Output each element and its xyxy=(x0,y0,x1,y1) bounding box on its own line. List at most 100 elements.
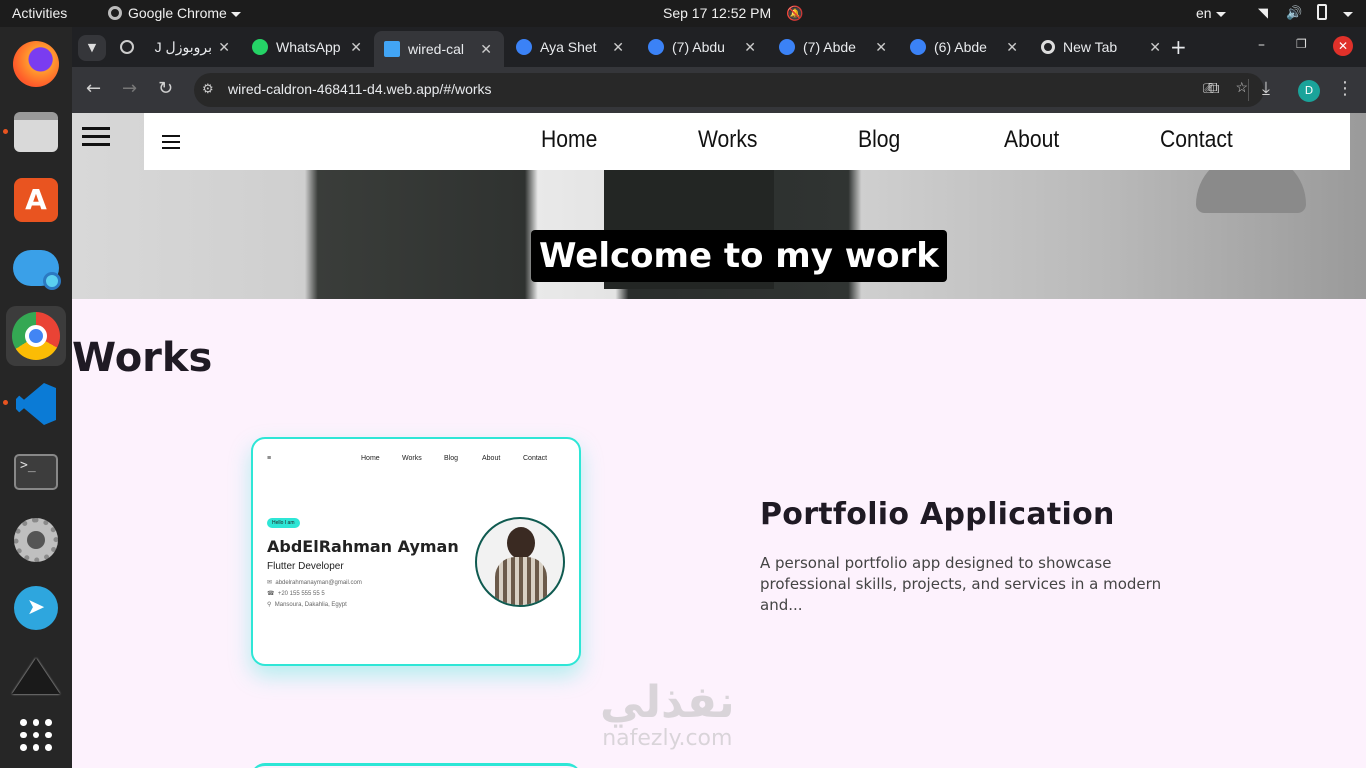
project-card-next[interactable] xyxy=(251,763,581,768)
web-page: Home Works Blog About Contact Welcome to… xyxy=(72,113,1366,768)
vscode-launcher[interactable] xyxy=(6,374,66,434)
close-window-button[interactable]: ✕ xyxy=(1333,36,1353,56)
close-icon[interactable]: ✕ xyxy=(1006,39,1018,56)
back-button[interactable]: ← xyxy=(86,78,101,99)
chevron-down-icon: ▼ xyxy=(87,41,97,54)
preview-phone: ☎ +20 155 555 55 5 xyxy=(267,591,325,597)
close-icon[interactable]: ✕ xyxy=(1149,39,1161,56)
bookmark-star-icon[interactable]: ☆ xyxy=(1235,79,1248,96)
tab-label: بروبوزل J xyxy=(154,38,212,55)
close-icon[interactable]: ✕ xyxy=(744,39,756,56)
system-menu-button[interactable] xyxy=(1339,5,1353,21)
language-label: en xyxy=(1196,5,1212,21)
app-grid-icon xyxy=(20,719,52,751)
site-info-icon[interactable]: ⚙ xyxy=(202,81,214,97)
terminal-icon: >_ xyxy=(14,454,58,490)
tab-label: WhatsApp xyxy=(276,39,341,55)
project-title[interactable]: Portfolio Application xyxy=(760,497,1115,532)
telegram-icon: ➤ xyxy=(14,586,58,630)
nav-home[interactable]: Home xyxy=(541,126,597,154)
tab-whatsapp[interactable]: WhatsApp ✕ xyxy=(252,33,362,61)
battery-icon[interactable] xyxy=(1317,4,1327,20)
inkscape-icon xyxy=(12,658,60,694)
app-center-icon: A xyxy=(14,178,58,222)
restore-button[interactable]: ❐ xyxy=(1296,37,1307,51)
inkscape-launcher[interactable] xyxy=(6,646,66,706)
preview-phone-text: +20 155 555 55 5 xyxy=(277,591,325,597)
forward-button[interactable]: → xyxy=(122,78,137,99)
close-icon[interactable]: ✕ xyxy=(875,39,887,56)
settings-launcher[interactable] xyxy=(6,510,66,570)
show-apps-button[interactable] xyxy=(6,705,66,765)
files-launcher[interactable] xyxy=(6,102,66,162)
close-icon[interactable]: ✕ xyxy=(350,39,362,56)
terminal-launcher[interactable]: >_ xyxy=(6,442,66,502)
telegram-launcher[interactable]: ➤ xyxy=(6,578,66,638)
tab-abdu-1[interactable]: (7) Abdu ✕ xyxy=(648,33,756,61)
nav-about[interactable]: About xyxy=(1004,126,1059,154)
chrome-icon xyxy=(12,312,60,360)
preview-badge: Hello I am xyxy=(267,518,300,528)
app-menu[interactable]: Google Chrome xyxy=(108,5,241,21)
cloud-drive-launcher[interactable] xyxy=(6,238,66,298)
nav-contact[interactable]: Contact xyxy=(1160,126,1233,154)
system-top-bar: Activities Google Chrome Sep 17 12:52 PM… xyxy=(0,0,1366,27)
flutter-icon xyxy=(384,41,400,57)
firefox-icon xyxy=(13,41,59,87)
app-center-launcher[interactable]: A xyxy=(6,170,66,230)
reload-button[interactable]: ↻ xyxy=(158,78,173,99)
preview-avatar xyxy=(475,517,565,607)
address-bar[interactable]: ⚙ wired-caldron-468411-d4.web.app/#/work… xyxy=(194,73,1264,107)
chatgpt-icon xyxy=(120,40,134,54)
browser-toolbar: ← → ↻ ⚙ wired-caldron-468411-d4.web.app/… xyxy=(72,67,1366,113)
url-text[interactable]: wired-caldron-468411-d4.web.app/#/works xyxy=(228,81,492,97)
close-icon[interactable]: ✕ xyxy=(480,41,492,58)
firefox-launcher[interactable] xyxy=(6,34,66,94)
hamburger-menu-icon[interactable] xyxy=(162,135,180,149)
new-tab-button[interactable]: + xyxy=(1170,35,1187,59)
tab-proposal[interactable]: بروبوزل J ✕ xyxy=(120,33,230,61)
project-description: A personal portfolio app designed to sho… xyxy=(760,554,1162,614)
drawer-menu-icon[interactable] xyxy=(82,127,110,147)
activities-button[interactable]: Activities xyxy=(12,5,67,21)
tab-aya[interactable]: Aya Shet ✕ xyxy=(516,33,624,61)
gear-center xyxy=(27,531,45,549)
mostaql-icon xyxy=(779,39,795,55)
mostaql-icon xyxy=(516,39,532,55)
preview-menu-icon: ≡ xyxy=(267,455,272,462)
tab-search-button[interactable]: ▼ xyxy=(78,35,106,61)
nav-blog[interactable]: Blog xyxy=(858,126,900,154)
chrome-launcher[interactable] xyxy=(6,306,66,366)
project-card[interactable]: ≡ Home Works Blog About Contact Hello I … xyxy=(251,437,581,666)
tab-strip: ▼ بروبوزل J ✕ WhatsApp ✕ wired-cal ✕ Aya… xyxy=(72,27,1366,67)
preview-email-text: abdelrahmanayman@gmail.com xyxy=(275,580,362,586)
tab-label: wired-cal xyxy=(408,41,465,57)
vscode-icon xyxy=(16,383,56,425)
language-selector[interactable]: en xyxy=(1196,5,1226,21)
chrome-menu-icon[interactable]: ⋮ xyxy=(1336,78,1354,99)
close-icon[interactable]: ✕ xyxy=(218,39,230,56)
preview-location-text: Mansoura, Dakahlia, Egypt xyxy=(274,602,347,608)
mostaql-icon xyxy=(910,39,926,55)
chrome-center xyxy=(25,325,47,347)
preview-nav-item: Contact xyxy=(523,455,548,462)
preview-nav-item: Blog xyxy=(444,455,459,462)
tab-wired-caldron[interactable]: wired-cal ✕ xyxy=(374,31,504,67)
chrome-favicon-icon xyxy=(1041,40,1055,54)
extensions-icon[interactable]: ⧉ xyxy=(1208,78,1219,98)
wifi-icon[interactable]: ◥ xyxy=(1258,5,1268,21)
profile-avatar[interactable]: D xyxy=(1298,80,1320,102)
nav-works[interactable]: Works xyxy=(698,126,757,154)
tab-abde-2[interactable]: (7) Abde ✕ xyxy=(779,33,887,61)
download-icon[interactable]: ⤓ xyxy=(1262,78,1270,99)
chrome-window: ▼ بروبوزل J ✕ WhatsApp ✕ wired-cal ✕ Aya… xyxy=(72,27,1366,768)
tab-new-tab[interactable]: New Tab ✕ xyxy=(1041,33,1161,61)
close-icon[interactable]: ✕ xyxy=(612,39,624,56)
preview-email: ✉ abdelrahmanayman@gmail.com xyxy=(267,580,362,586)
minimize-button[interactable]: – xyxy=(1258,37,1265,53)
app-menu-label: Google Chrome xyxy=(128,5,227,21)
tab-abde-3[interactable]: (6) Abde ✕ xyxy=(910,33,1018,61)
clock[interactable]: Sep 17 12:52 PM xyxy=(663,5,771,21)
volume-icon[interactable]: 🔊 xyxy=(1286,5,1302,21)
chevron-down-icon xyxy=(1343,11,1353,17)
